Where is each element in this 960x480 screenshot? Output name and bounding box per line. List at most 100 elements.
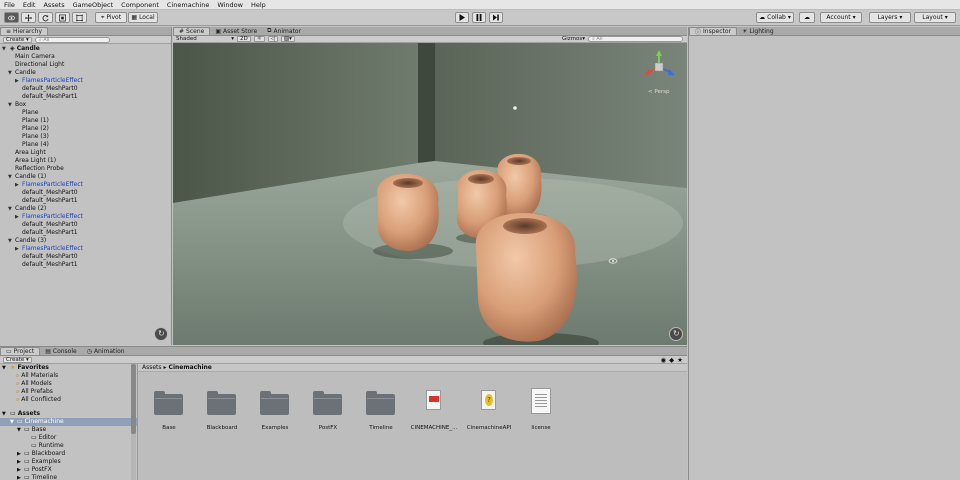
hierarchy-item[interactable]: Plane (1) bbox=[0, 117, 171, 125]
menu-file[interactable]: File bbox=[4, 1, 15, 9]
play-button[interactable] bbox=[455, 12, 469, 23]
2d-toggle[interactable]: 2D bbox=[237, 36, 251, 42]
expand-arrow-icon[interactable]: ▼ bbox=[8, 205, 12, 213]
hierarchy-item[interactable]: ▶ FlamesParticleEffect bbox=[0, 181, 171, 189]
hierarchy-item[interactable]: default_MeshPart1 bbox=[0, 229, 171, 237]
filter-icon[interactable]: ◉ bbox=[661, 356, 667, 364]
tree-scrollbar-thumb[interactable] bbox=[131, 364, 136, 434]
assets-tree-item[interactable]: ▼ ▭ Base bbox=[0, 426, 137, 434]
scene-search-input[interactable]: ⌕ All bbox=[588, 36, 683, 42]
menu-edit[interactable]: Edit bbox=[23, 1, 36, 9]
asset-item[interactable]: Timeline bbox=[354, 388, 408, 434]
hierarchy-item[interactable]: Plane (3) bbox=[0, 133, 171, 141]
hierarchy-item[interactable]: ▶ FlamesParticleEffect bbox=[0, 77, 171, 85]
expand-arrow-icon[interactable]: ▶ bbox=[17, 466, 21, 474]
hierarchy-item[interactable]: default_MeshPart0 bbox=[0, 221, 171, 229]
favorite-item[interactable]: ⌕ All Conflicted bbox=[0, 396, 137, 404]
hierarchy-item[interactable]: Plane bbox=[0, 109, 171, 117]
hierarchy-item[interactable]: Area Light (1) bbox=[0, 157, 171, 165]
tree-scrollbar[interactable] bbox=[131, 364, 136, 480]
cinemachine-right-button[interactable]: ↻ bbox=[669, 327, 683, 341]
tab-project[interactable]: ▭ Project bbox=[0, 347, 41, 355]
favorite-item[interactable]: ⌕ All Prefabs bbox=[0, 388, 137, 396]
hierarchy-item[interactable]: ▼ Box bbox=[0, 101, 171, 109]
layers-dropdown[interactable]: Layers ▾ bbox=[869, 12, 911, 23]
hierarchy-item[interactable]: Main Camera bbox=[0, 53, 171, 61]
hierarchy-item[interactable]: Reflection Probe bbox=[0, 165, 171, 173]
assets-tree-item[interactable]: ▶ ▭ Examples bbox=[0, 458, 137, 466]
move-tool-button[interactable] bbox=[21, 12, 36, 23]
assets-tree-item[interactable]: ▭ Editor bbox=[0, 434, 137, 442]
hierarchy-item[interactable]: Plane (4) bbox=[0, 141, 171, 149]
favorite-item[interactable]: ⌕ All Models bbox=[0, 380, 137, 388]
step-button[interactable] bbox=[489, 12, 503, 23]
expand-arrow-icon[interactable]: ▼ bbox=[17, 426, 21, 434]
hierarchy-item[interactable]: default_MeshPart0 bbox=[0, 85, 171, 93]
tab-asset-store[interactable]: ▣ Asset Store bbox=[210, 27, 262, 35]
favorite-item[interactable]: ⌕ All Materials bbox=[0, 372, 137, 380]
asset-item[interactable]: CINEMACHINE_... bbox=[407, 388, 461, 434]
audio-toggle[interactable]: ◁ bbox=[267, 36, 278, 42]
hierarchy-item[interactable]: ▶ FlamesParticleEffect bbox=[0, 245, 171, 253]
asset-item[interactable]: license bbox=[514, 388, 568, 434]
hierarchy-item[interactable]: default_MeshPart0 bbox=[0, 253, 171, 261]
layout-dropdown[interactable]: Layout ▾ bbox=[914, 12, 956, 23]
collapse-arrow-icon[interactable]: ▶ bbox=[15, 213, 19, 221]
gizmos-dropdown[interactable]: Gizmos▾ bbox=[562, 36, 585, 42]
services-button[interactable]: ☁ bbox=[799, 12, 815, 23]
pivot-toggle[interactable]: ⌖ Pivot bbox=[95, 12, 127, 23]
expand-arrow-icon[interactable]: ▼ bbox=[8, 69, 12, 77]
scale-tool-button[interactable] bbox=[55, 12, 70, 23]
account-dropdown[interactable]: Account ▾ bbox=[820, 12, 862, 23]
scene-root[interactable]: ▼ ◈ Candle bbox=[0, 45, 171, 53]
tab-animator[interactable]: ⧉ Animator bbox=[262, 27, 306, 35]
assets-header[interactable]: ▼ ▭ Assets bbox=[0, 410, 137, 418]
persp-label[interactable]: < Persp bbox=[648, 89, 669, 95]
breadcrumb-cinemachine[interactable]: Cinemachine bbox=[169, 364, 212, 371]
expand-arrow-icon[interactable]: ▼ bbox=[8, 101, 12, 109]
collapse-arrow-icon[interactable]: ▶ bbox=[15, 181, 19, 189]
assets-tree-item[interactable]: ▭ Runtime bbox=[0, 442, 137, 450]
shading-dropdown[interactable]: Shaded ▾ bbox=[176, 36, 234, 42]
tab-console[interactable]: ▤ Console bbox=[40, 347, 82, 355]
tab-lighting[interactable]: ☀ Lighting bbox=[737, 27, 779, 35]
collab-dropdown[interactable]: ☁ Collab ▾ bbox=[756, 12, 794, 23]
assets-tree-item[interactable]: ▶ ▭ PostFX bbox=[0, 466, 137, 474]
create-dropdown[interactable]: Create ▾ bbox=[3, 36, 32, 43]
hierarchy-item[interactable]: default_MeshPart1 bbox=[0, 93, 171, 101]
menu-cinemachine[interactable]: Cinemachine bbox=[167, 1, 209, 9]
hierarchy-item[interactable]: ▼ Candle (2) bbox=[0, 205, 171, 213]
menu-help[interactable]: Help bbox=[251, 1, 266, 9]
tab-inspector[interactable]: ⓘ Inspector bbox=[689, 27, 738, 36]
hierarchy-item[interactable]: default_MeshPart0 bbox=[0, 189, 171, 197]
lighting-toggle[interactable]: ☼ bbox=[253, 36, 265, 42]
asset-item[interactable]: Blackboard bbox=[195, 388, 249, 434]
hierarchy-item[interactable]: default_MeshPart1 bbox=[0, 197, 171, 205]
asset-item[interactable]: Examples bbox=[248, 388, 302, 434]
asset-item[interactable]: PostFX bbox=[301, 388, 355, 434]
expand-arrow-icon[interactable]: ▼ bbox=[8, 173, 12, 181]
hierarchy-item[interactable]: Directional Light bbox=[0, 61, 171, 69]
assets-tree-item[interactable]: ▶ ▭ Timeline bbox=[0, 474, 137, 480]
hierarchy-search-input[interactable]: ⌕ All bbox=[34, 36, 110, 43]
expand-arrow-icon[interactable]: ▼ bbox=[8, 237, 12, 245]
menu-component[interactable]: Component bbox=[121, 1, 159, 9]
orientation-gizmo-icon[interactable] bbox=[639, 49, 679, 85]
rotate-tool-button[interactable] bbox=[38, 12, 53, 23]
asset-item[interactable]: ? CinemachineAPI bbox=[462, 388, 516, 434]
tab-animation[interactable]: ◷ Animation bbox=[82, 347, 130, 355]
hierarchy-item[interactable]: default_MeshPart1 bbox=[0, 261, 171, 269]
collapse-arrow-icon[interactable]: ▶ bbox=[15, 245, 19, 253]
star-icon[interactable]: ★ bbox=[677, 356, 683, 364]
asset-item[interactable]: Base bbox=[142, 388, 196, 434]
collapse-arrow-icon[interactable]: ▶ bbox=[15, 77, 19, 85]
tab-scene[interactable]: # Scene bbox=[173, 27, 211, 35]
cinemachine-left-button[interactable]: ↻ bbox=[154, 327, 168, 341]
scene-viewport[interactable]: < Persp bbox=[173, 43, 687, 345]
hierarchy-item[interactable]: ▼ Candle (1) bbox=[0, 173, 171, 181]
light-gizmo-icon[interactable] bbox=[513, 106, 517, 110]
pause-button[interactable] bbox=[472, 12, 486, 23]
rect-tool-button[interactable] bbox=[72, 12, 87, 23]
label-icon[interactable]: ◆ bbox=[669, 356, 674, 364]
menu-assets[interactable]: Assets bbox=[43, 1, 64, 9]
